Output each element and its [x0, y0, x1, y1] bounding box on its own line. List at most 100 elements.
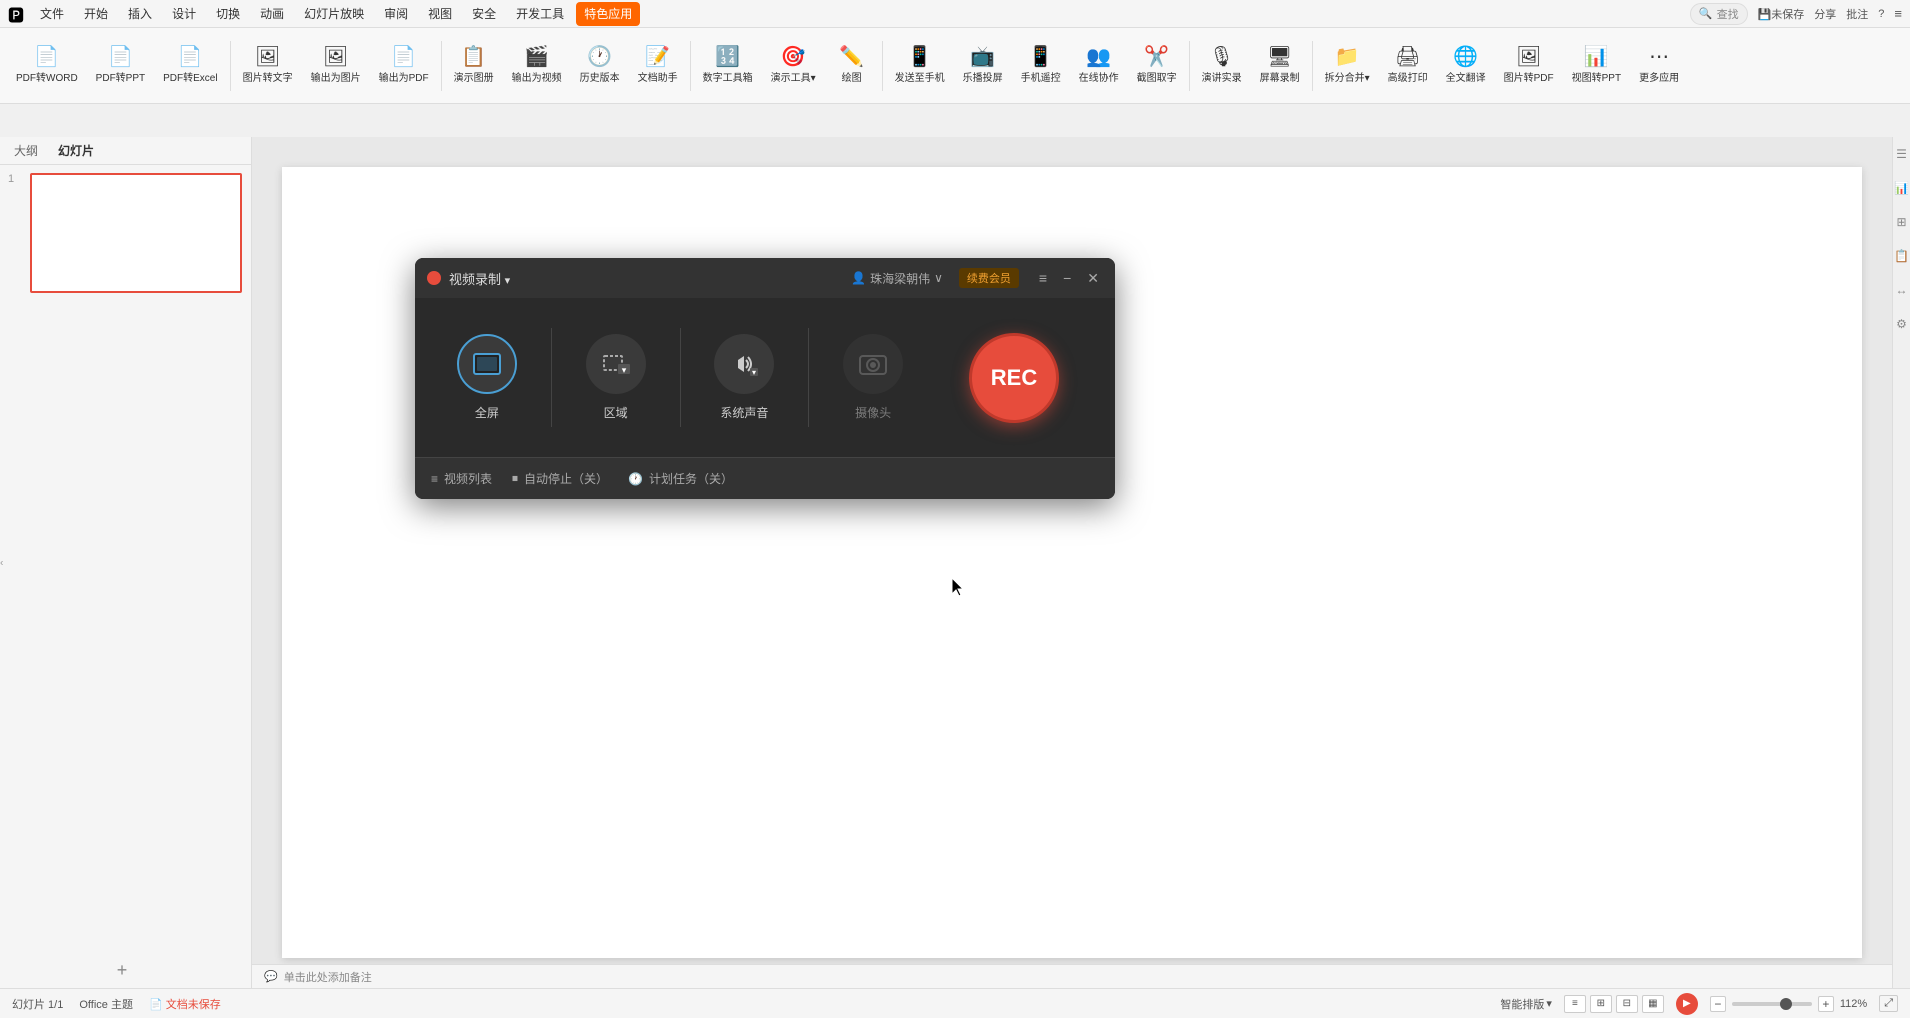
rec-option-audio[interactable]: ▾ 系统声音: [688, 318, 800, 437]
menu-devtools[interactable]: 开发工具: [508, 3, 572, 24]
right-panel-icon-3[interactable]: ⊞: [1896, 215, 1906, 229]
online-collab-label: 在线协作: [1079, 69, 1119, 84]
rec-start-button[interactable]: REC: [969, 333, 1059, 423]
toolbar-output-video[interactable]: 🎬 输出为视频: [504, 32, 570, 100]
online-collab-icon: 👥: [1086, 47, 1111, 67]
toolbar-online-collab[interactable]: 👥 在线协作: [1071, 32, 1127, 100]
rec-option-fullscreen[interactable]: 全屏: [431, 318, 543, 437]
more-apps-icon: ⋯: [1649, 47, 1669, 67]
panel-tab-slides[interactable]: 幻灯片: [52, 140, 100, 161]
zoom-slider[interactable]: [1732, 1002, 1812, 1006]
toolbar-history[interactable]: 🕐 历史版本: [572, 32, 628, 100]
review-button[interactable]: 批注: [1846, 6, 1868, 22]
menu-security[interactable]: 安全: [464, 3, 504, 24]
right-panel-icon-5[interactable]: ↔: [1896, 283, 1908, 297]
toolbar-screen-record[interactable]: 🖥 屏幕录制: [1252, 32, 1308, 100]
toolbar-send-phone[interactable]: 📱 发送至手机: [887, 32, 953, 100]
notes-area[interactable]: 💬 单击此处添加备注: [252, 964, 1892, 988]
toolbar-pdf2word[interactable]: 📄 PDF转WORD: [8, 32, 86, 100]
view-grid-btn[interactable]: ⊟: [1616, 995, 1638, 1013]
screenshot-label: 截图取字: [1137, 69, 1177, 84]
add-slide-button[interactable]: +: [110, 958, 134, 982]
rec-vip-button[interactable]: 续费会员: [959, 268, 1019, 288]
panel-collapse-btn[interactable]: ‹: [0, 557, 3, 568]
toolbar-divider-4: [882, 41, 883, 91]
rec-schedule-button[interactable]: 🕐 计划任务（关）: [628, 470, 733, 487]
slide-thumbnail-1[interactable]: [30, 173, 242, 293]
rec-minimize-button[interactable]: −: [1059, 268, 1075, 288]
screenshot-icon: ✂️: [1144, 47, 1169, 67]
toolbar-pdf2ppt[interactable]: 📄 PDF转PPT: [88, 32, 153, 100]
zoom-minus-button[interactable]: −: [1710, 996, 1726, 1012]
toolbar-slideshow-album[interactable]: 📋 演示图册: [446, 32, 502, 100]
toolbar-adv-print[interactable]: 🖨 高级打印: [1380, 32, 1436, 100]
menu-animation[interactable]: 动画: [252, 3, 292, 24]
smart-sort-arrow-icon: ▾: [1546, 997, 1552, 1010]
view-list-btn[interactable]: ≡: [1564, 995, 1586, 1013]
right-panel-icon-1[interactable]: ☰: [1896, 147, 1907, 161]
menu-review[interactable]: 审阅: [376, 3, 416, 24]
fit-button[interactable]: ⤢: [1879, 995, 1898, 1012]
rec-option-camera[interactable]: 摄像头: [817, 318, 929, 437]
play-slideshow-button[interactable]: ▶: [1676, 993, 1698, 1015]
rec-close-button[interactable]: ✕: [1083, 268, 1103, 289]
right-panel-icon-6[interactable]: ⚙: [1896, 317, 1907, 331]
toolbar-num-tools[interactable]: 🔢 数字工具箱: [695, 32, 761, 100]
toolbar-translate[interactable]: 🌐 全文翻译: [1438, 32, 1494, 100]
right-panel-icon-2[interactable]: 📊: [1894, 181, 1909, 195]
toolbar-doc-assistant[interactable]: 📝 文档助手: [630, 32, 686, 100]
rec-menu-icon[interactable]: ≡: [1035, 268, 1051, 288]
right-panel-icon-4[interactable]: 📋: [1894, 249, 1909, 263]
menu-special[interactable]: 特色应用: [576, 2, 640, 26]
toolbar-pdf2excel[interactable]: 📄 PDF转Excel: [155, 32, 225, 100]
toolbar-screenshot[interactable]: ✂️ 截图取字: [1129, 32, 1185, 100]
menu-home[interactable]: 开始: [76, 3, 116, 24]
menu-file[interactable]: 文件: [32, 3, 72, 24]
toolbar-output-img[interactable]: 🖼 输出为图片: [303, 32, 369, 100]
more-button[interactable]: ≡: [1894, 6, 1902, 21]
menu-view[interactable]: 视图: [420, 3, 460, 24]
rec-divider-3: [808, 328, 809, 427]
menu-insert[interactable]: 插入: [120, 3, 160, 24]
more-apps-label: 更多应用: [1639, 69, 1679, 84]
view-normal-btn[interactable]: ⊞: [1590, 995, 1612, 1013]
zoom-thumb[interactable]: [1780, 998, 1792, 1010]
toolbar-screen-cast[interactable]: 📺 乐播投屏: [955, 32, 1011, 100]
img2text-icon: 🖼: [255, 47, 280, 67]
toolbar-present-tools[interactable]: 🎯 演示工具▾: [763, 32, 824, 100]
doc-status: 📄 文档未保存: [149, 996, 221, 1012]
menu-design[interactable]: 设计: [164, 3, 204, 24]
menu-transition[interactable]: 切换: [208, 3, 248, 24]
toolbar-divider-5: [1189, 41, 1190, 91]
rec-button-area: REC: [929, 318, 1099, 437]
view2ppt-icon: 📊: [1584, 47, 1609, 67]
zoom-plus-button[interactable]: +: [1818, 996, 1834, 1012]
split-merge-label: 拆分合并▾: [1325, 69, 1370, 84]
toolbar-more-apps[interactable]: ⋯ 更多应用: [1631, 32, 1687, 100]
rec-auto-stop-button[interactable]: ⏹ 自动停止（关）: [512, 470, 608, 487]
toolbar-speech-rec[interactable]: 🎙 演讲实录: [1194, 32, 1250, 100]
smart-sort-button[interactable]: 智能排版 ▾: [1500, 996, 1552, 1012]
save-button[interactable]: 💾未保存: [1758, 6, 1805, 22]
share-button[interactable]: 分享: [1814, 6, 1836, 22]
toolbar-draw[interactable]: ✏️ 绘图: [826, 32, 878, 100]
toolbar-img2text[interactable]: 🖼 图片转文字: [235, 32, 301, 100]
rec-video-list-button[interactable]: ≡ 视频列表: [431, 470, 492, 487]
output-img-icon: 🖼: [323, 47, 348, 67]
slide-item-1[interactable]: 1: [0, 165, 251, 301]
toolbar-phone-remote[interactable]: 📱 手机遥控: [1013, 32, 1069, 100]
output-img-label: 输出为图片: [311, 69, 361, 84]
rec-option-region[interactable]: ▾ 区域: [560, 318, 672, 437]
panel-tab-outline[interactable]: 大纲: [8, 140, 44, 161]
view-sorter-btn[interactable]: ▦: [1642, 995, 1664, 1013]
toolbar-output-pdf[interactable]: 📄 输出为PDF: [371, 32, 437, 100]
help-button[interactable]: ?: [1878, 8, 1884, 20]
rec-user-dropdown-icon[interactable]: ∨: [934, 271, 943, 285]
toolbar-img2pdf[interactable]: 🖼 图片转PDF: [1496, 32, 1562, 100]
toolbar-view2ppt[interactable]: 📊 视图转PPT: [1564, 32, 1629, 100]
rec-title-dropdown-icon[interactable]: ▾: [505, 275, 511, 287]
menu-slideshow[interactable]: 幻灯片放映: [296, 3, 372, 24]
history-icon: 🕐: [587, 47, 612, 67]
search-box[interactable]: 🔍 查找: [1690, 3, 1748, 25]
toolbar-split-merge[interactable]: 📁 拆分合并▾: [1317, 32, 1378, 100]
